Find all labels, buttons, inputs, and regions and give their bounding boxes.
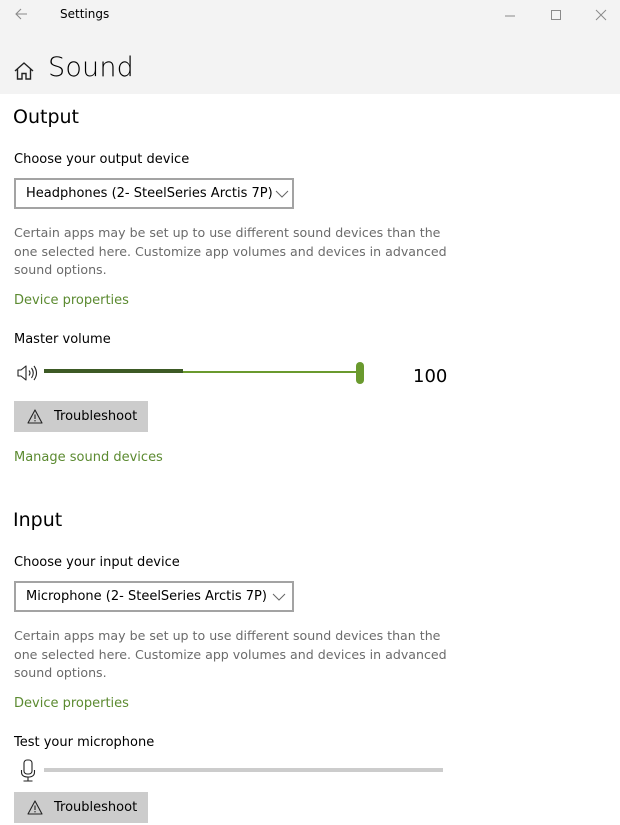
page-title: Sound <box>48 52 135 83</box>
chevron-down-icon <box>267 593 292 601</box>
input-device-properties-link[interactable]: Device properties <box>14 696 129 711</box>
microphone-icon <box>20 759 36 782</box>
output-device-label: Choose your output device <box>14 152 190 167</box>
home-button[interactable] <box>13 60 35 82</box>
output-device-dropdown[interactable]: Headphones (2- SteelSeries Arctis 7P) <box>14 178 294 209</box>
volume-peak-meter <box>44 369 184 373</box>
output-troubleshoot-button[interactable]: Troubleshoot <box>14 401 148 432</box>
warning-icon <box>27 800 45 816</box>
input-heading: Input <box>13 509 63 531</box>
input-device-value: Microphone (2- SteelSeries Arctis 7P) <box>26 589 267 604</box>
microphone-level-meter <box>44 768 443 772</box>
maximize-button[interactable] <box>533 0 579 30</box>
window-title: Settings <box>60 7 110 21</box>
warning-icon <box>27 409 45 425</box>
close-icon <box>595 9 607 21</box>
minimize-button[interactable] <box>487 0 533 30</box>
output-device-value: Headphones (2- SteelSeries Arctis 7P) <box>26 186 273 201</box>
minimize-icon <box>505 15 515 17</box>
volume-value: 100 <box>413 366 448 387</box>
output-troubleshoot-label: Troubleshoot <box>54 409 138 424</box>
input-device-dropdown[interactable]: Microphone (2- SteelSeries Arctis 7P) <box>14 581 294 612</box>
master-volume-label: Master volume <box>14 332 111 347</box>
close-button[interactable] <box>578 0 620 30</box>
home-icon <box>14 62 34 80</box>
test-microphone-label: Test your microphone <box>14 735 155 750</box>
output-heading: Output <box>13 106 79 128</box>
back-arrow-icon <box>15 8 27 20</box>
input-device-label: Choose your input device <box>14 555 180 570</box>
master-volume-slider[interactable] <box>44 362 364 384</box>
volume-slider-thumb[interactable] <box>356 362 364 384</box>
input-troubleshoot-button[interactable]: Troubleshoot <box>14 792 148 823</box>
input-troubleshoot-label: Troubleshoot <box>54 800 138 815</box>
mute-button[interactable] <box>16 363 40 383</box>
output-device-properties-link[interactable]: Device properties <box>14 293 129 308</box>
input-description: Certain apps may be set up to use differ… <box>14 628 447 681</box>
manage-sound-devices-link[interactable]: Manage sound devices <box>14 450 163 465</box>
chevron-down-icon <box>273 190 292 198</box>
speaker-icon <box>17 365 38 381</box>
microphone-icon-wrap <box>20 759 36 783</box>
output-description: Certain apps may be set up to use differ… <box>14 225 447 278</box>
maximize-icon <box>551 10 561 20</box>
back-button[interactable] <box>13 6 31 22</box>
